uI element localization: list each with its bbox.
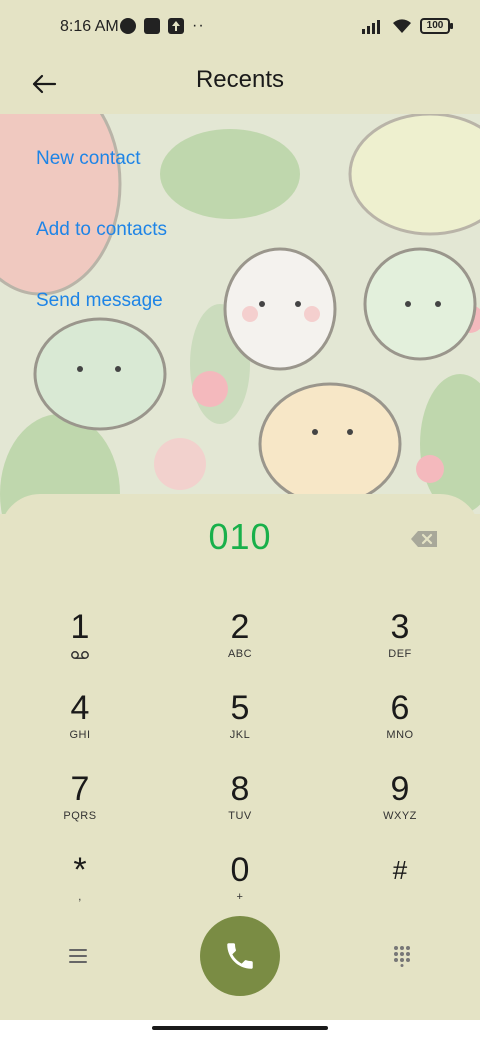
dialed-number[interactable]: 010 — [0, 516, 480, 558]
key-letters: ABC — [227, 648, 253, 660]
key-digit: 8 — [230, 770, 250, 808]
key-letters: PQRS — [63, 810, 97, 822]
key-digit: 1 — [70, 608, 90, 646]
key-digit: 7 — [70, 770, 90, 808]
key-7[interactable]: 7 PQRS — [20, 770, 140, 840]
key-digit: 9 — [390, 770, 410, 808]
phone-icon — [227, 943, 253, 969]
key-letters: MNO — [386, 729, 414, 741]
key-digit: 6 — [390, 689, 410, 727]
backspace-button[interactable] — [410, 527, 440, 551]
key-1[interactable]: 1 — [20, 608, 140, 678]
key-letters: DEF — [388, 648, 412, 660]
wifi-icon — [393, 19, 411, 33]
battery-icon: 100 — [420, 18, 453, 34]
key-hash[interactable]: # — [340, 851, 460, 921]
key-9[interactable]: 9 WXYZ — [340, 770, 460, 840]
dialpad-toggle-button[interactable] — [384, 938, 420, 974]
wallpaper-illustration — [0, 114, 480, 514]
status-time: 8:16 AM — [60, 18, 119, 35]
key-letters: + — [236, 891, 244, 903]
upload-icon — [168, 18, 184, 34]
dial-pad-panel: 010 1 2 ABC 3 DEF 4 GHI 5 JKL 6 MNO 7 PQ… — [0, 494, 480, 1024]
menu-button[interactable] — [60, 940, 96, 972]
key-digit: # — [392, 855, 408, 885]
data-saver-icon — [120, 18, 136, 34]
home-indicator[interactable] — [152, 1026, 328, 1030]
key-5[interactable]: 5 JKL — [180, 689, 300, 759]
key-4[interactable]: 4 GHI — [20, 689, 140, 759]
app-header: Recents — [0, 56, 480, 114]
signal-icon — [362, 20, 380, 34]
wallpaper-background: New contact Add to contacts Send message — [0, 114, 480, 514]
key-8[interactable]: 8 TUV — [180, 770, 300, 840]
send-message-link[interactable]: Send message — [36, 290, 163, 312]
key-digit: 0 — [230, 851, 250, 889]
hamburger-menu-icon — [69, 949, 87, 963]
key-0[interactable]: 0 + — [180, 851, 300, 921]
square-app-icon — [144, 18, 160, 34]
new-contact-link[interactable]: New contact — [36, 148, 141, 170]
key-star[interactable]: * , — [20, 851, 140, 921]
system-nav-bar — [0, 1020, 480, 1040]
page-title: Recents — [195, 66, 285, 93]
key-digit: 3 — [390, 608, 410, 646]
add-to-contacts-link[interactable]: Add to contacts — [36, 219, 167, 241]
key-letters: , — [78, 891, 82, 903]
more-dots-icon: ·· — [192, 17, 205, 34]
key-letters: GHI — [69, 729, 91, 741]
key-digit: * — [73, 851, 87, 889]
status-icons-left: ·· — [120, 18, 205, 34]
status-icons-right: 100 — [362, 18, 453, 34]
key-digit: 5 — [230, 689, 250, 727]
key-digit: 4 — [70, 689, 90, 727]
call-button[interactable] — [200, 916, 280, 996]
status-bar: 8:16 AM ·· 100 — [0, 0, 480, 56]
key-2[interactable]: 2 ABC — [180, 608, 300, 678]
key-letters: WXYZ — [383, 810, 417, 822]
key-6[interactable]: 6 MNO — [340, 689, 460, 759]
dialpad-icon — [394, 946, 410, 967]
backspace-icon — [411, 531, 437, 547]
key-letters: JKL — [229, 729, 251, 741]
voicemail-icon — [71, 651, 89, 659]
key-letters: TUV — [228, 810, 252, 822]
key-3[interactable]: 3 DEF — [340, 608, 460, 678]
key-digit: 2 — [230, 608, 250, 646]
